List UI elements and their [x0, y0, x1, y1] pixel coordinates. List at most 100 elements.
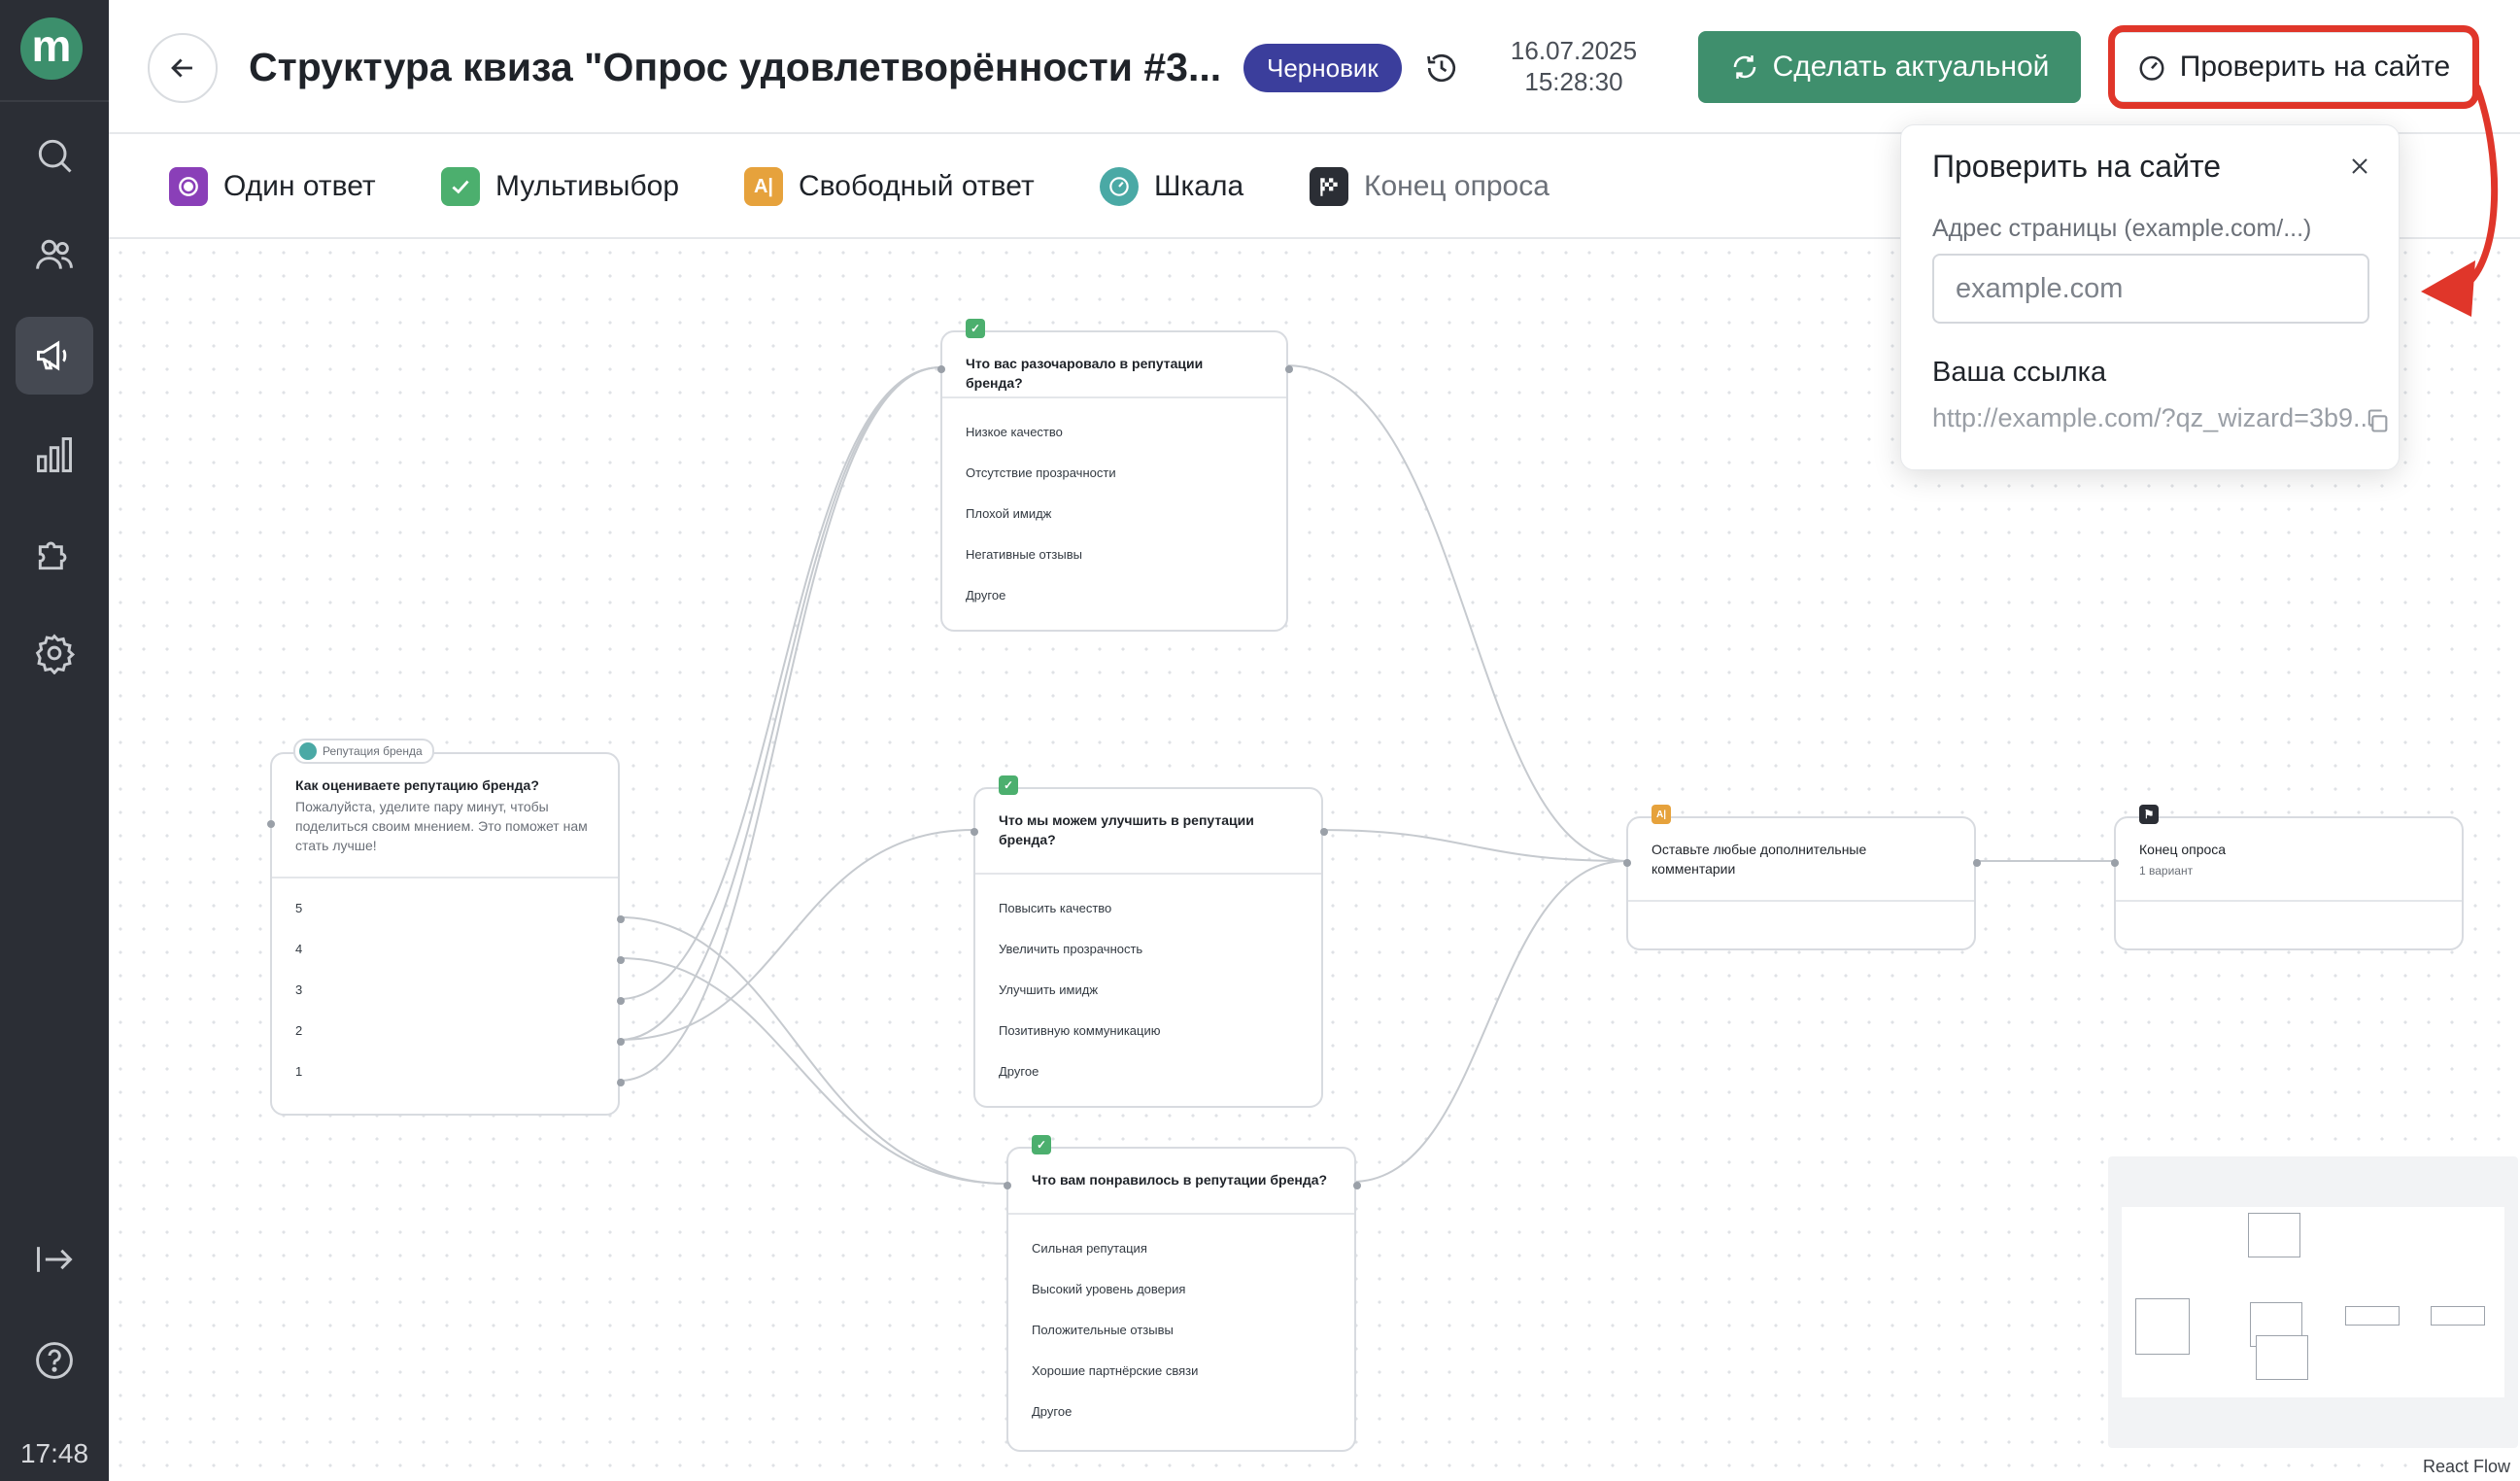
version-timestamp: 16.07.2025 15:28:30	[1486, 35, 1661, 97]
sidebar-item-users[interactable]	[16, 216, 93, 293]
bar-chart-icon	[37, 437, 72, 472]
output-handle[interactable]	[1353, 1182, 1361, 1189]
node-option: Низкое качество	[966, 425, 1063, 439]
checkbox-icon	[441, 167, 480, 206]
edge	[619, 366, 941, 1041]
output-handle[interactable]	[617, 1038, 625, 1046]
version-date: 16.07.2025	[1510, 36, 1638, 65]
popover-title: Проверить на сайте	[1932, 149, 2222, 184]
tool-scale[interactable]: Шкала	[1100, 167, 1243, 206]
sidebar: m 17:48	[0, 0, 109, 1481]
node-option: Положительные отзывы	[1032, 1323, 1174, 1337]
input-handle[interactable]	[267, 820, 275, 828]
output-handle[interactable]	[617, 956, 625, 964]
version-time: 15:28:30	[1524, 67, 1623, 96]
check-on-site-popover: Проверить на сайте Адрес страницы (examp…	[1900, 124, 2400, 470]
node-option: Хорошие партнёрские связи	[1032, 1363, 1199, 1378]
page-address-input[interactable]	[1932, 254, 2369, 324]
check-on-site-label: Проверить на сайте	[2179, 51, 2451, 83]
page-header: Структура квиза "Опрос удовлетворённости…	[109, 0, 2520, 134]
app-logo[interactable]: m	[20, 17, 83, 80]
input-handle[interactable]	[2111, 859, 2119, 867]
help-icon	[36, 1342, 73, 1379]
node-option: 1	[295, 1064, 303, 1079]
node-option: 4	[295, 942, 303, 956]
tool-end-survey[interactable]: Конец опроса	[1310, 167, 1549, 206]
finish-flag-icon	[1310, 167, 1348, 206]
output-handle[interactable]	[1973, 859, 1981, 867]
node-question: Что вам понравилось в репутации бренда?	[1032, 1172, 1328, 1188]
node-option: 2	[295, 1023, 303, 1038]
checkbox-icon: ✓	[1032, 1135, 1051, 1154]
sidebar-item-settings[interactable]	[16, 614, 93, 692]
gauge-icon	[1100, 167, 1139, 206]
checkbox-icon: ✓	[999, 775, 1018, 795]
node-comments-question[interactable]: A| Оставьте любые дополнительные коммент…	[1623, 805, 1981, 950]
node-option: Позитивную коммуникацию	[999, 1023, 1161, 1038]
edge	[619, 957, 1007, 1185]
node-option: Отсутствие прозрачности	[966, 465, 1116, 480]
node-question: Конец опроса	[2139, 842, 2227, 857]
output-handle[interactable]	[1320, 828, 1328, 836]
node-option: Другое	[966, 588, 1006, 603]
edge	[619, 916, 1007, 1185]
minimap-node	[2248, 1213, 2300, 1257]
input-handle[interactable]	[1004, 1182, 1011, 1189]
check-on-site-button[interactable]: Проверить на сайте	[2112, 31, 2475, 103]
minimap[interactable]	[2108, 1156, 2518, 1448]
node-option: Другое	[1032, 1404, 1073, 1419]
finish-flag-icon: ⚑	[2139, 805, 2159, 824]
sidebar-item-help[interactable]	[16, 1322, 93, 1399]
node-question: Что вас разочаровало в репутации бренда?	[966, 356, 1204, 391]
megaphone-icon	[37, 340, 67, 371]
minimap-node	[2256, 1335, 2308, 1380]
node-option: Сильная репутация	[1032, 1241, 1147, 1256]
node-end-survey[interactable]: ⚑ Конец опроса 1 вариант	[2111, 805, 2464, 950]
sidebar-item-analytics[interactable]	[16, 416, 93, 494]
sidebar-item-search[interactable]	[16, 117, 93, 194]
sidebar-item-logout[interactable]	[16, 1221, 93, 1298]
puzzle-icon	[38, 541, 67, 570]
sidebar-item-campaigns[interactable]	[16, 317, 93, 395]
node-improve-question[interactable]: ✓ Что мы можем улучшить в репутации брен…	[971, 775, 1328, 1108]
node-option: Высокий уровень доверия	[1032, 1282, 1186, 1296]
make-actual-button[interactable]: Сделать актуальной	[1698, 31, 2081, 103]
edge	[619, 366, 941, 1082]
close-button[interactable]	[2342, 149, 2377, 184]
sidebar-divider	[0, 100, 109, 102]
output-handle[interactable]	[617, 997, 625, 1005]
edge	[1285, 364, 1627, 862]
text-icon: A|	[1652, 805, 1671, 824]
node-scale-question[interactable]: Репутация бренда Как оцениваете репутаци…	[267, 739, 625, 1116]
input-handle[interactable]	[971, 828, 978, 836]
tool-multi-choice[interactable]: Мультивыбор	[441, 167, 679, 206]
tool-free-answer[interactable]: A| Свободный ответ	[744, 167, 1035, 206]
output-handle[interactable]	[617, 1079, 625, 1086]
edge	[1351, 860, 1627, 1183]
page-title: Структура квиза "Опрос удовлетворённости…	[249, 45, 1222, 89]
output-handle[interactable]	[1285, 365, 1293, 373]
node-liked-question[interactable]: ✓ Что вам понравилось в репутации бренда…	[1004, 1135, 1361, 1452]
checkbox-icon: ✓	[966, 319, 985, 338]
node-option: Другое	[999, 1064, 1039, 1079]
react-flow-attribution[interactable]: React Flow	[2418, 1457, 2514, 1477]
copy-icon[interactable]	[2364, 407, 2391, 434]
gear-icon	[35, 634, 76, 674]
node-option: 3	[295, 982, 303, 997]
input-handle[interactable]	[937, 365, 945, 373]
users-icon	[36, 239, 73, 269]
refresh-icon	[1733, 55, 1755, 79]
logout-icon	[37, 1247, 73, 1272]
history-icon[interactable]	[1424, 51, 1459, 86]
tool-single-label: Один ответ	[223, 170, 376, 202]
tool-free-label: Свободный ответ	[799, 170, 1035, 202]
input-handle[interactable]	[1623, 859, 1631, 867]
clock: 17:48	[19, 1438, 89, 1468]
sidebar-item-integrations[interactable]	[16, 515, 93, 593]
tool-end-label: Конец опроса	[1364, 170, 1549, 202]
output-handle[interactable]	[617, 915, 625, 923]
tool-single-choice[interactable]: Один ответ	[169, 167, 376, 206]
node-tag-label: Репутация бренда	[323, 744, 423, 758]
back-button[interactable]	[148, 33, 218, 103]
node-disappointed-question[interactable]: ✓ Что вас разочаровало в репутации бренд…	[937, 319, 1293, 632]
